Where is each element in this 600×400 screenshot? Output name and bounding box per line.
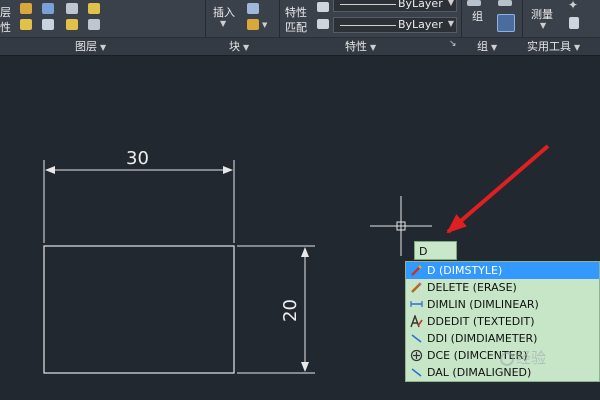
autocomplete-item-label: D (DIMSTYLE) bbox=[427, 264, 503, 277]
vertical-dimension bbox=[237, 245, 315, 374]
vertical-dimension-text: 20 bbox=[279, 299, 301, 322]
watermark: 经验 bbox=[500, 347, 546, 368]
autocomplete-item-dimlinear[interactable]: DIMLIN (DIMLINEAR) bbox=[406, 296, 599, 313]
watermark-logo-icon bbox=[500, 351, 514, 366]
dimlinear-icon bbox=[410, 301, 423, 307]
autocomplete-item-dimdiameter[interactable]: DDI (DIMDIAMETER) bbox=[406, 330, 599, 347]
autocomplete-item-textedit[interactable]: DDEDIT (TEXTEDIT) bbox=[406, 313, 599, 330]
dimaligned-icon bbox=[411, 368, 422, 377]
dimcenter-icon bbox=[410, 349, 423, 362]
horizontal-dimension bbox=[43, 160, 235, 243]
autocomplete-item-label: DELETE (ERASE) bbox=[427, 281, 517, 294]
dimdiameter-icon bbox=[411, 334, 422, 343]
rectangle bbox=[43, 245, 235, 374]
horizontal-dimension-text: 30 bbox=[126, 148, 149, 169]
textedit-icon bbox=[410, 315, 423, 328]
autocomplete-item-label: DDEDIT (TEXTEDIT) bbox=[427, 315, 535, 328]
dimstyle-icon bbox=[411, 265, 422, 276]
watermark-text: 经验 bbox=[516, 349, 547, 367]
autocomplete-item-label: DDI (DIMDIAMETER) bbox=[427, 332, 538, 345]
autocomplete-item-erase[interactable]: DELETE (ERASE) bbox=[406, 279, 599, 296]
command-input[interactable]: D bbox=[414, 241, 457, 260]
annotation-arrow bbox=[446, 144, 550, 234]
erase-icon bbox=[411, 282, 422, 293]
autocomplete-item-dimstyle[interactable]: D (DIMSTYLE) bbox=[406, 262, 599, 279]
autocomplete-item-label: DIMLIN (DIMLINEAR) bbox=[427, 298, 539, 311]
